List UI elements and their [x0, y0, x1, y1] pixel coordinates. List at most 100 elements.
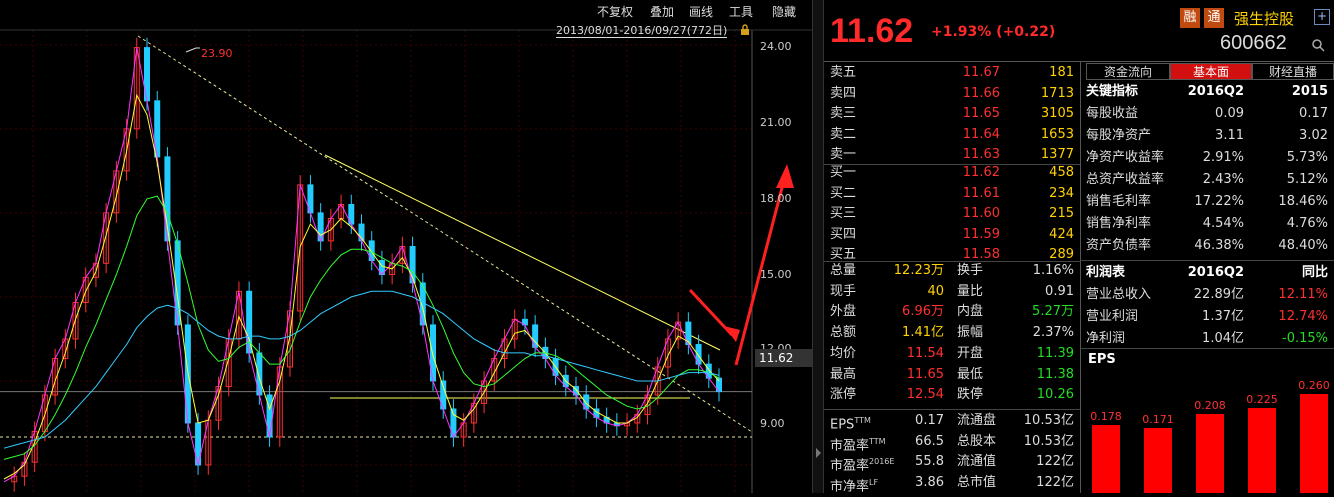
tab-fund-flow[interactable]: 资金流向	[1086, 63, 1170, 80]
profit-header: 同比	[1301, 265, 1328, 280]
fin-value: 5.73%	[1286, 150, 1328, 165]
fin-metric: 每股净资产	[1086, 128, 1152, 143]
fin-metric: 销售净利率	[1086, 216, 1152, 231]
fin-metric: 销售毛利率	[1086, 194, 1152, 209]
quote-panel: 11.62 +1.93% (+0.22) 融 通 强生控股 + 600662 卖…	[824, 0, 1334, 494]
tab-finance-live[interactable]: 财经直播	[1252, 63, 1334, 80]
fin-value: 5.12%	[1286, 172, 1328, 187]
ask-price: 11.64	[962, 126, 1000, 142]
eps-bar	[1196, 414, 1224, 493]
panel-splitter[interactable]	[812, 0, 824, 493]
magnify-icon[interactable]	[1311, 38, 1325, 52]
bid-price: 11.61	[962, 185, 1000, 201]
tab-fundamentals[interactable]: 基本面	[1170, 63, 1252, 80]
bid-price: 11.59	[962, 226, 1000, 242]
stat-label: 开盘	[957, 345, 984, 361]
eps-bar	[1092, 425, 1120, 493]
stat-value: 1.41亿	[902, 325, 944, 341]
stat-label: 总额	[830, 325, 857, 341]
stat-value: 1.16%	[1032, 263, 1074, 278]
kline-chart[interactable]	[0, 0, 812, 493]
fin-value: 4.76%	[1286, 216, 1328, 231]
margin-tag-rong[interactable]: 融	[1180, 8, 1200, 28]
stat-label: 现手	[830, 283, 857, 299]
last-price: 11.62	[830, 12, 914, 50]
ask-volume: 3105	[1040, 106, 1074, 121]
menu-draw-line[interactable]: 画线	[689, 3, 713, 21]
high-price-label: 23.90	[201, 47, 233, 60]
date-range[interactable]: 2013/08/01-2016/09/27(772日)	[556, 22, 728, 38]
divider	[824, 164, 1080, 165]
stat-value: 2.37%	[1032, 325, 1074, 341]
profit-header: 2016Q2	[1187, 265, 1244, 280]
menu-hide[interactable]: 隐藏	[772, 3, 796, 21]
stat-value: 0.91	[1045, 283, 1074, 299]
ask-label: 卖五	[830, 65, 857, 80]
menu-no-adjust[interactable]: 不复权	[597, 3, 633, 21]
divider	[1080, 348, 1334, 349]
menu-tools[interactable]: 工具	[729, 3, 753, 21]
valuation-value: 10.53亿	[1023, 433, 1074, 449]
stat-value: 11.39	[1036, 345, 1074, 361]
valuation-label: 总市值	[957, 474, 997, 490]
valuation-label: 总股本	[957, 433, 997, 449]
stat-label: 量比	[957, 283, 984, 299]
divider	[1080, 61, 1081, 493]
bid-label: 买三	[830, 206, 857, 221]
stat-value: 12.23万	[893, 263, 944, 278]
bid-label: 买四	[830, 226, 857, 242]
profit-value: 22.89亿	[1193, 287, 1244, 302]
valuation-label: 流通值	[957, 454, 997, 469]
y-tick-label: 9.00	[760, 417, 785, 430]
bid-label: 买二	[830, 185, 857, 201]
stat-label: 跌停	[957, 387, 984, 403]
annotation-arrowhead	[724, 326, 740, 342]
fin-metric: 总资产收益率	[1086, 172, 1165, 187]
valuation-label: EPSTTM	[830, 410, 871, 432]
stat-label: 外盘	[830, 304, 857, 320]
fin-header: 2015	[1291, 84, 1328, 99]
ask-price: 11.66	[962, 85, 1000, 101]
profit-item: 净利润	[1086, 331, 1126, 346]
stat-value: 5.27万	[1032, 304, 1074, 320]
valuation-label: 市盈率TTM	[830, 431, 886, 453]
bid-volume: 234	[1049, 185, 1074, 201]
kline-chart-panel[interactable]: 不复权 叠加 画线 工具 隐藏 2013/08/01-2016/09/27(77…	[0, 0, 812, 493]
margin-tag-tong[interactable]: 通	[1204, 8, 1224, 28]
valuation-value: 66.5	[915, 433, 944, 449]
valuation-label-sup: TTM	[854, 416, 871, 425]
info-tabs: 资金流向 基本面 财经直播	[1086, 63, 1334, 80]
eps-bar-label: 0.208	[1194, 399, 1226, 413]
y-tick-label: 18.00	[760, 192, 792, 205]
bid-volume: 458	[1049, 165, 1074, 180]
menu-overlay[interactable]: 叠加	[650, 3, 674, 21]
eps-bar-label: 0.225	[1246, 392, 1278, 406]
y-tick-label: 21.00	[760, 116, 792, 129]
fin-header: 关键指标	[1086, 84, 1139, 99]
ma-line-1	[3, 47, 720, 483]
profit-value: 1.37亿	[1202, 309, 1244, 324]
stat-label: 振幅	[957, 325, 984, 341]
current-price-marker: 11.62	[755, 349, 812, 367]
lock-icon[interactable]	[740, 24, 750, 35]
eps-bar	[1248, 407, 1276, 493]
ask-label: 卖三	[830, 106, 857, 121]
stat-value: 11.38	[1036, 366, 1074, 382]
eps-bar-label: 0.171	[1142, 413, 1174, 427]
date-range-text: 2013/08/01-2016/09/27(772日)	[556, 24, 728, 38]
add-watchlist-button[interactable]: +	[1314, 9, 1330, 25]
annotation-arrowhead	[776, 164, 794, 188]
stat-label: 最低	[957, 366, 984, 382]
bid-price: 11.62	[962, 165, 1000, 180]
collapse-arrow-icon[interactable]	[816, 448, 821, 458]
stat-label: 内盘	[957, 304, 984, 320]
profit-yoy: 12.74%	[1278, 309, 1328, 324]
stat-label: 总量	[830, 263, 857, 278]
valuation-label-sup: LF	[869, 477, 879, 487]
eps-chart-title: EPS	[1088, 352, 1116, 367]
ask-volume: 181	[1049, 65, 1074, 80]
fin-value: 48.40%	[1278, 238, 1328, 253]
fin-value: 46.38%	[1194, 238, 1244, 253]
valuation-label-text: 市净率	[830, 478, 870, 494]
profit-value: 1.04亿	[1202, 331, 1244, 346]
